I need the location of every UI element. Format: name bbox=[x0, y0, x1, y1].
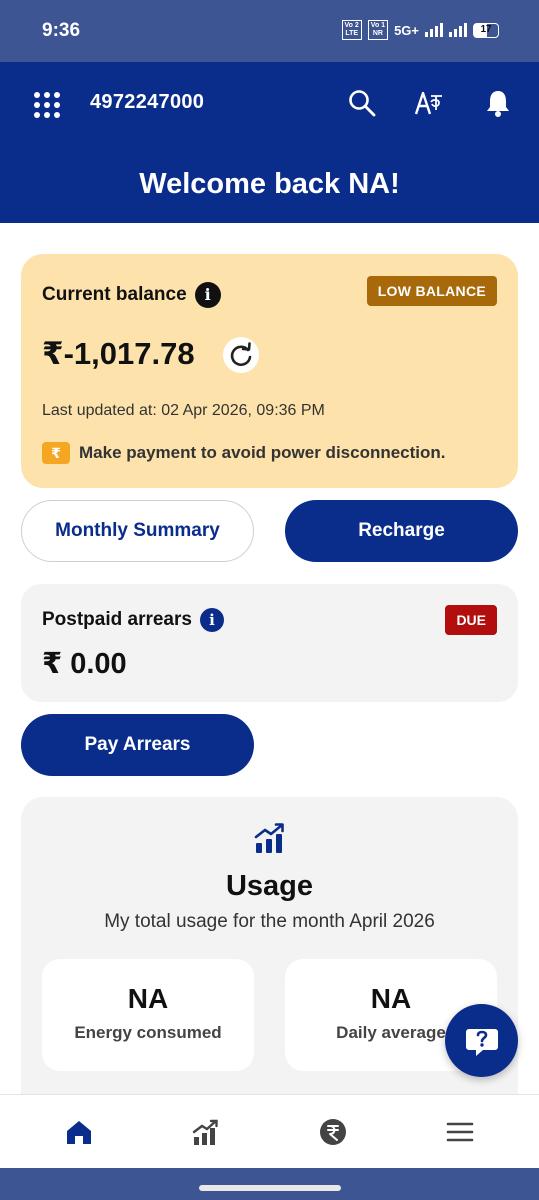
warning-text: Make payment to avoid power disconnectio… bbox=[79, 443, 446, 462]
stat-value: NA bbox=[127, 983, 169, 1014]
account-number: 4972247000 bbox=[90, 91, 205, 113]
volte-2-bottom: NR bbox=[372, 30, 383, 37]
apps-grid-icon[interactable] bbox=[34, 92, 60, 118]
stat-label: Energy consumed bbox=[74, 1023, 222, 1042]
usage-subtitle: My total usage for the month April 2026 bbox=[104, 911, 435, 932]
recharge-button[interactable]: Recharge bbox=[285, 500, 518, 562]
low-balance-badge: LOW BALANCE bbox=[366, 276, 497, 306]
usage-card: Usage My total usage for the month April… bbox=[21, 797, 518, 1117]
arrears-card: Postpaid arrears i DUE ₹ 0.00 bbox=[21, 584, 518, 702]
balance-title-row: Current balance i bbox=[42, 282, 221, 308]
arrears-title-row: Postpaid arrears i bbox=[42, 608, 224, 632]
home-icon[interactable] bbox=[64, 1117, 94, 1147]
last-updated-text: Last updated at: 02 Apr 2026, 09:36 PM bbox=[42, 402, 325, 419]
search-icon[interactable] bbox=[347, 88, 377, 118]
info-icon[interactable]: i bbox=[199, 608, 224, 632]
volte-badge-1: Vo 2 LTE bbox=[341, 20, 362, 40]
status-icons: Vo 2 LTE Vo 1 NR 5G+ 17 bbox=[341, 20, 499, 40]
energy-consumed-stat: NA Energy consumed bbox=[42, 959, 254, 1071]
balance-card: Current balance i LOW BALANCE ₹-1,017.78… bbox=[21, 254, 518, 488]
status-bar: 9:36 Vo 2 LTE Vo 1 NR 5G+ 17 bbox=[0, 0, 539, 62]
bell-icon[interactable] bbox=[483, 88, 513, 118]
system-navigation-bar bbox=[0, 1168, 539, 1200]
balance-amount: ₹-1,017.78 bbox=[42, 336, 195, 371]
usage-chart-icon[interactable] bbox=[191, 1117, 221, 1147]
volte-2-top: Vo 1 bbox=[370, 22, 386, 29]
volte-1-top: Vo 2 bbox=[344, 22, 359, 29]
network-type: 5G+ bbox=[394, 22, 419, 38]
status-time: 9:36 bbox=[42, 20, 81, 41]
rupee-icon[interactable] bbox=[318, 1117, 348, 1147]
pay-arrears-button[interactable]: Pay Arrears bbox=[21, 714, 254, 776]
info-icon[interactable]: i bbox=[194, 282, 221, 308]
gesture-home-handle[interactable] bbox=[199, 1185, 341, 1191]
usage-title: Usage bbox=[225, 870, 314, 902]
battery-icon: 17 bbox=[473, 22, 499, 38]
language-icon[interactable] bbox=[414, 88, 444, 118]
refresh-icon bbox=[230, 342, 252, 367]
arrears-amount: ₹ 0.00 bbox=[42, 648, 127, 680]
volte-1-bottom: LTE bbox=[345, 30, 359, 37]
signal-1-icon bbox=[425, 23, 443, 37]
welcome-title: Welcome back NA! bbox=[139, 168, 400, 200]
app-header: 4972247000 Welcome back NA! bbox=[0, 62, 539, 223]
volte-badge-2: Vo 1 NR bbox=[367, 20, 389, 40]
help-chat-button[interactable] bbox=[445, 1004, 518, 1077]
payment-warning: ₹ Make payment to avoid power disconnect… bbox=[42, 442, 446, 464]
signal-2-icon bbox=[449, 23, 467, 37]
arrears-title: Postpaid arrears bbox=[42, 609, 192, 630]
help-chat-icon bbox=[466, 1029, 498, 1056]
balance-title: Current balance bbox=[42, 284, 187, 305]
rupee-payment-icon: ₹ bbox=[42, 442, 70, 464]
bottom-navigation bbox=[0, 1094, 539, 1168]
menu-icon[interactable] bbox=[445, 1117, 475, 1147]
monthly-summary-button[interactable]: Monthly Summary bbox=[21, 500, 254, 562]
refresh-button[interactable] bbox=[223, 337, 259, 373]
usage-chart-icon bbox=[254, 823, 284, 853]
due-badge: DUE bbox=[445, 605, 497, 635]
